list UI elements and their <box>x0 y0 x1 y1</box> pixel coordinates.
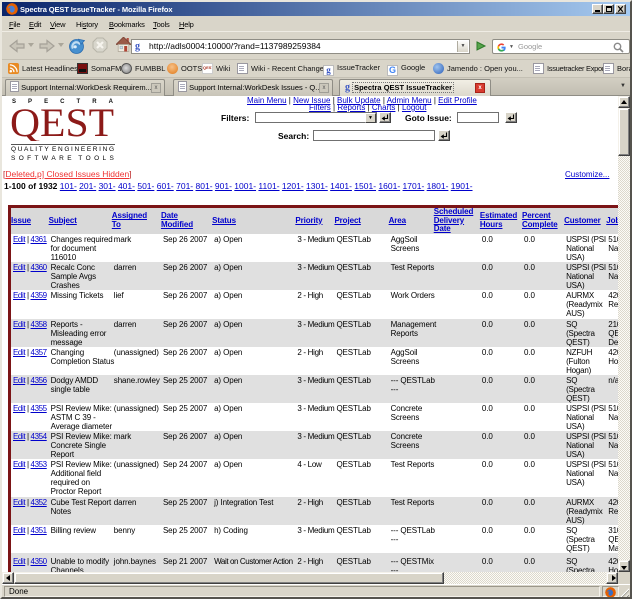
svg-text:QEST: QEST <box>10 105 114 141</box>
